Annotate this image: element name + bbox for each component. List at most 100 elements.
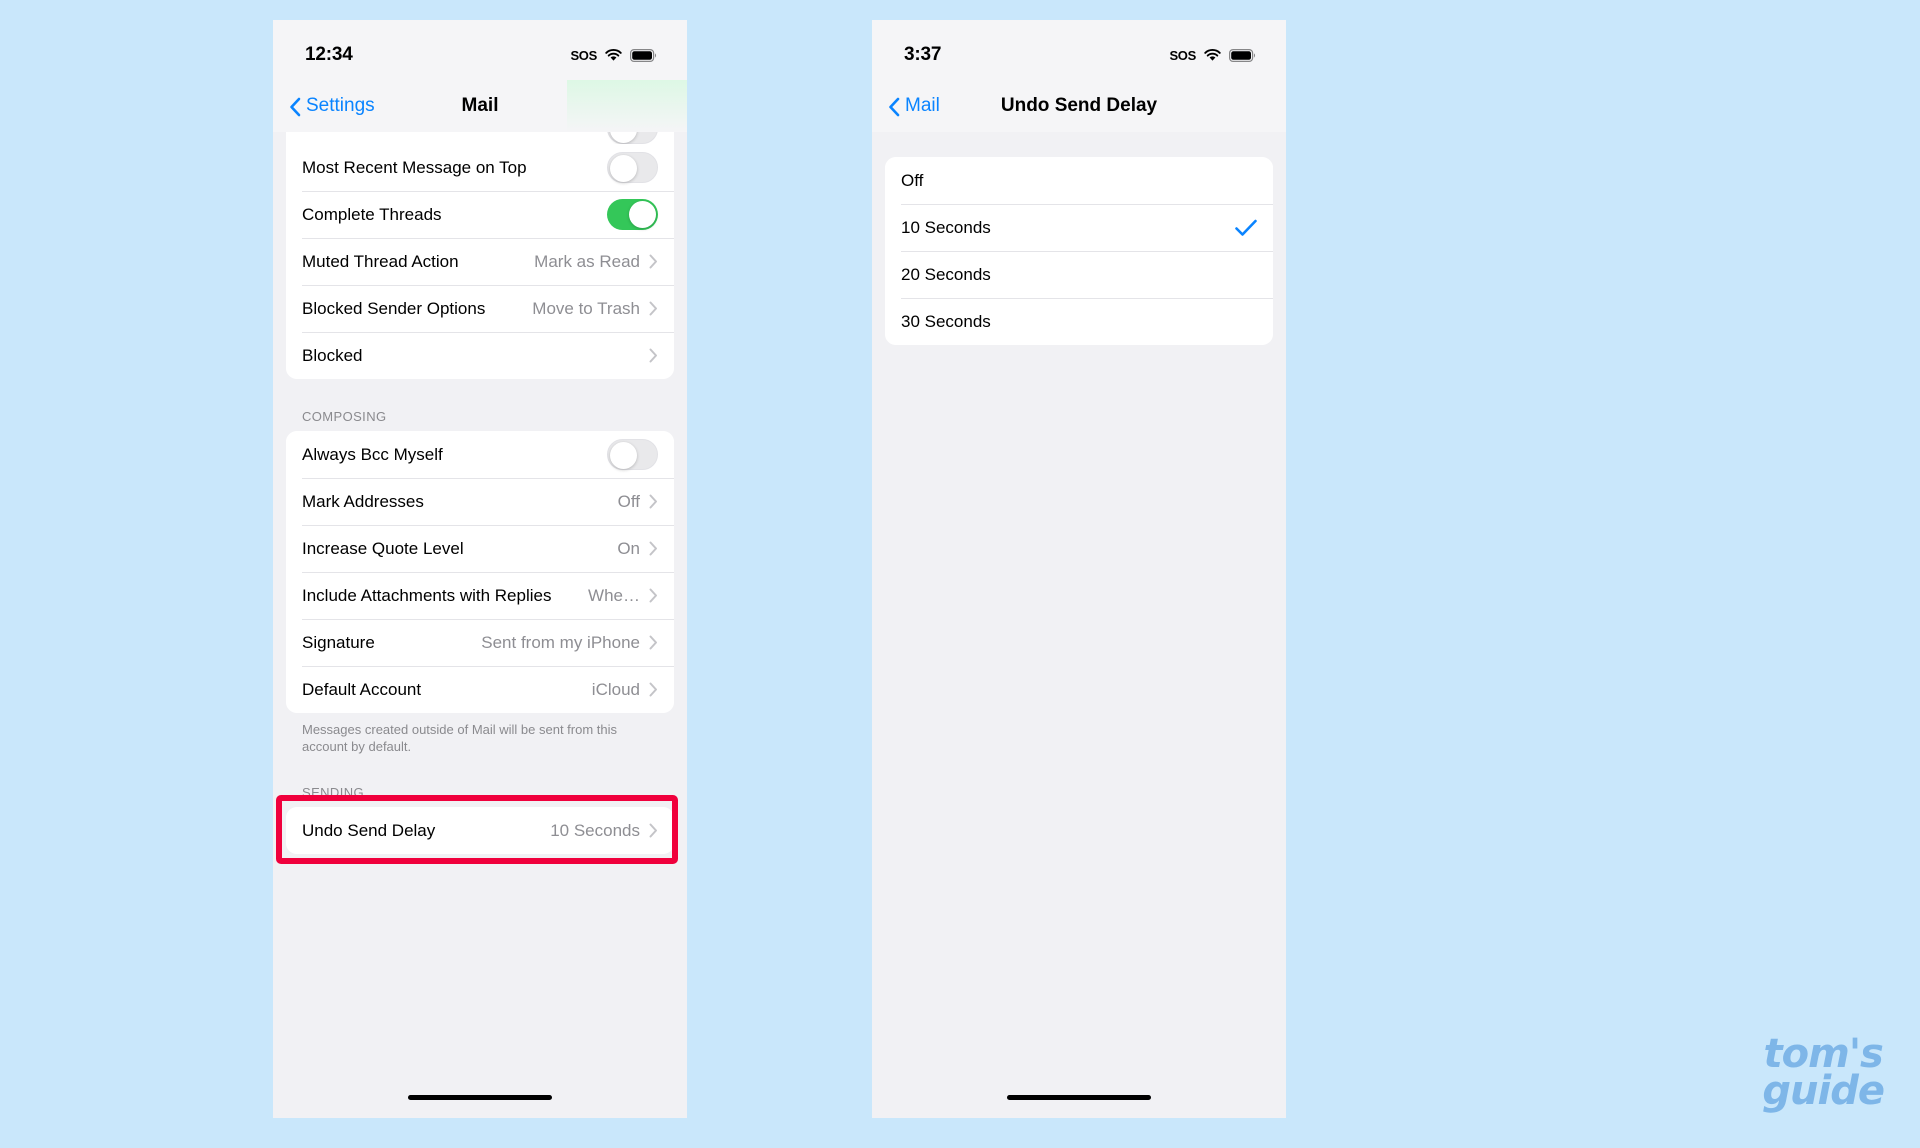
toggle-most-recent-message-on-top[interactable] — [607, 152, 658, 183]
undo-send-delay-highlight-wrap: Undo Send Delay 10 Seconds — [273, 795, 687, 865]
battery-icon — [1229, 48, 1256, 62]
sos-indicator: SOS — [570, 47, 597, 63]
option-label: 20 Seconds — [901, 264, 991, 284]
row-label: Complete Threads — [302, 204, 442, 224]
chevron-right-icon — [649, 254, 657, 269]
chevron-right-icon — [649, 588, 657, 603]
back-button-settings[interactable]: Settings — [289, 95, 375, 117]
row-control: Sent from my iPhone — [481, 633, 658, 653]
row-label: Most Recent Message on Top — [302, 157, 527, 177]
row-mark-addresses[interactable]: Mark Addresses Off — [286, 478, 674, 525]
back-button-label: Settings — [306, 95, 375, 116]
battery-icon — [630, 48, 657, 62]
back-button-mail[interactable]: Mail — [888, 95, 940, 117]
settings-scroll-content[interactable]: Most Recent Message on Top Complete Thre… — [273, 132, 687, 1118]
undo-send-delay-content[interactable]: Off 10 Seconds 20 Seconds 30 Seconds — [872, 157, 1286, 1118]
row-control: Mark as Read — [534, 252, 658, 272]
composing-group: Always Bcc Myself Mark Addresses Off Inc… — [286, 431, 674, 713]
row-label: Always Bcc Myself — [302, 444, 443, 464]
chevron-right-icon — [649, 494, 657, 509]
row-undo-send-delay[interactable]: Undo Send Delay 10 Seconds — [286, 807, 674, 855]
row-control: Whe… — [588, 586, 658, 606]
option-row-10-seconds[interactable]: 10 Seconds — [885, 204, 1273, 251]
row-complete-threads[interactable]: Complete Threads — [286, 191, 674, 238]
toggle-complete-threads[interactable] — [607, 199, 658, 230]
row-blocked[interactable]: Blocked — [286, 332, 674, 379]
row-label: Include Attachments with Replies — [302, 585, 552, 605]
section-header-sending: SENDING — [302, 785, 365, 801]
chevron-right-icon — [649, 301, 657, 316]
row-value: iCloud — [591, 679, 640, 699]
row-signature[interactable]: Signature Sent from my iPhone — [286, 619, 674, 666]
row-control — [649, 348, 658, 363]
chevron-left-icon — [889, 97, 900, 116]
option-row-20-seconds[interactable]: 20 Seconds — [885, 251, 1273, 298]
option-label: 10 Seconds — [901, 217, 991, 237]
chevron-right-icon — [649, 541, 657, 556]
home-indicator — [1007, 1095, 1151, 1100]
option-label: Off — [901, 170, 924, 190]
status-time: 12:34 — [305, 44, 353, 65]
clipped-row-top — [286, 132, 674, 144]
status-bar-right: 3:37 SOS — [872, 20, 1286, 80]
chevron-right-icon — [649, 348, 657, 363]
row-label: Mark Addresses — [302, 491, 424, 511]
chevron-right-icon — [649, 635, 657, 650]
section-header-composing: COMPOSING — [302, 409, 387, 424]
row-value: Off — [617, 491, 640, 511]
row-control: 10 Seconds — [550, 821, 658, 841]
row-value: Sent from my iPhone — [481, 632, 640, 652]
sos-indicator: SOS — [1169, 47, 1196, 63]
row-blocked-sender-options[interactable]: Blocked Sender Options Move to Trash — [286, 285, 674, 332]
row-default-account[interactable]: Default Account iCloud — [286, 666, 674, 713]
home-indicator — [408, 1095, 552, 1100]
row-control — [607, 439, 658, 470]
back-button-label: Mail — [905, 95, 940, 116]
row-label: Muted Thread Action — [302, 251, 459, 271]
nav-bar-left: Settings Mail — [273, 80, 687, 132]
composing-footer-text: Messages created outside of Mail will be… — [302, 722, 618, 755]
row-value: On — [617, 538, 640, 558]
row-control: On — [617, 539, 658, 559]
clipped-toggle[interactable] — [607, 132, 658, 144]
row-label: Increase Quote Level — [302, 538, 464, 558]
row-muted-thread-action[interactable]: Muted Thread Action Mark as Read — [286, 238, 674, 285]
checkmark-icon — [1235, 219, 1257, 236]
row-value: Mark as Read — [534, 251, 640, 271]
undo-send-delay-options-group: Off 10 Seconds 20 Seconds 30 Seconds — [885, 157, 1273, 345]
row-value: Whe… — [588, 585, 640, 605]
screenshot-stage: 12:34 SOS Settings Mail Most Recent Mess… — [0, 0, 1920, 1148]
row-always-bcc-myself[interactable]: Always Bcc Myself — [286, 431, 674, 478]
right-phone-screen: 3:37 SOS Mail Undo Send Delay Off 10 Sec… — [872, 20, 1286, 1118]
option-label: 30 Seconds — [901, 311, 991, 331]
row-control: iCloud — [592, 680, 658, 700]
row-label: Signature — [302, 632, 375, 652]
toms-guide-watermark: tom's guide — [1762, 1035, 1885, 1115]
wifi-icon — [1204, 49, 1221, 61]
row-most-recent-message-on-top[interactable]: Most Recent Message on Top — [286, 144, 674, 191]
option-row-30-seconds[interactable]: 30 Seconds — [885, 298, 1273, 345]
sending-group: Undo Send Delay 10 Seconds — [286, 807, 674, 855]
status-bar-left: 12:34 SOS — [273, 20, 687, 80]
row-label: Undo Send Delay — [302, 820, 436, 840]
nav-bar-right: Mail Undo Send Delay — [872, 80, 1286, 132]
row-value: 10 Seconds — [550, 820, 640, 840]
row-control: Off — [618, 492, 658, 512]
option-row-off[interactable]: Off — [885, 157, 1273, 204]
row-control: Move to Trash — [532, 299, 658, 319]
wifi-icon — [605, 49, 622, 61]
chevron-left-icon — [290, 97, 301, 116]
row-control — [607, 199, 658, 230]
status-time: 3:37 — [904, 44, 942, 65]
threading-group: Most Recent Message on Top Complete Thre… — [286, 132, 674, 379]
row-increase-quote-level[interactable]: Increase Quote Level On — [286, 525, 674, 572]
row-include-attachments-with-replies[interactable]: Include Attachments with Replies Whe… — [286, 572, 674, 619]
toggle-always-bcc-myself[interactable] — [607, 439, 658, 470]
watermark-line-2: guide — [1762, 1068, 1885, 1115]
chevron-right-icon — [649, 682, 657, 697]
row-label: Blocked — [302, 345, 363, 365]
status-indicators: SOS — [570, 48, 657, 63]
row-value: Move to Trash — [532, 298, 640, 318]
row-label: Blocked Sender Options — [302, 298, 486, 318]
row-label: Default Account — [302, 679, 422, 699]
